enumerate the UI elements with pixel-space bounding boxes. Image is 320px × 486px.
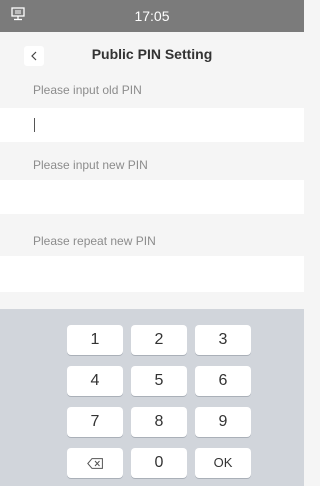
page-title: Public PIN Setting [91,46,213,62]
old-pin-label: Please input old PIN [33,83,142,97]
key-8[interactable]: 8 [131,407,187,437]
key-6[interactable]: 6 [195,366,251,396]
header: Public PIN Setting [0,32,304,76]
text-cursor [34,118,35,132]
repeat-pin-input[interactable] [0,256,304,292]
old-pin-input[interactable] [0,108,304,142]
status-time: 17:05 [134,8,170,24]
backspace-key[interactable] [67,448,123,478]
key-0[interactable]: 0 [131,448,187,478]
key-5[interactable]: 5 [131,366,187,396]
new-pin-input[interactable] [0,180,304,214]
key-1[interactable]: 1 [67,325,123,355]
key-7[interactable]: 7 [67,407,123,437]
new-pin-label: Please input new PIN [33,158,148,172]
status-bar: 17:05 [0,0,304,32]
backspace-icon [87,458,103,469]
chevron-left-icon [31,51,37,61]
key-2[interactable]: 2 [131,325,187,355]
key-4[interactable]: 4 [67,366,123,396]
key-9[interactable]: 9 [195,407,251,437]
repeat-pin-label: Please repeat new PIN [33,234,156,248]
key-3[interactable]: 3 [195,325,251,355]
back-button[interactable] [24,46,44,66]
numeric-keypad: 1 2 3 4 5 6 7 8 9 0 OK [0,309,304,486]
ok-button[interactable]: OK [195,448,251,478]
